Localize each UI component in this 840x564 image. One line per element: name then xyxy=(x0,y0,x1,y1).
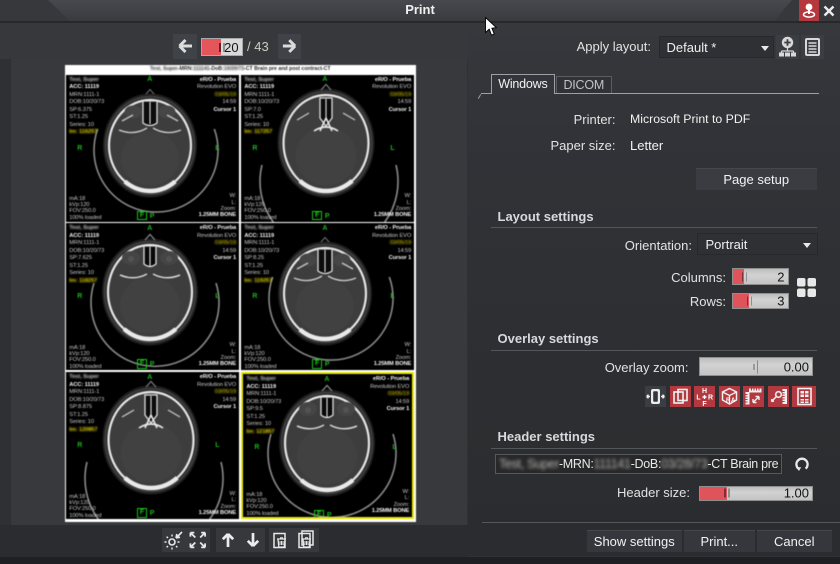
svg-text:F: F xyxy=(702,401,707,407)
svg-text:R: R xyxy=(708,394,713,401)
svg-text:H: H xyxy=(702,388,707,395)
svg-text:A: A xyxy=(731,398,736,404)
svg-text:L: L xyxy=(696,394,701,401)
